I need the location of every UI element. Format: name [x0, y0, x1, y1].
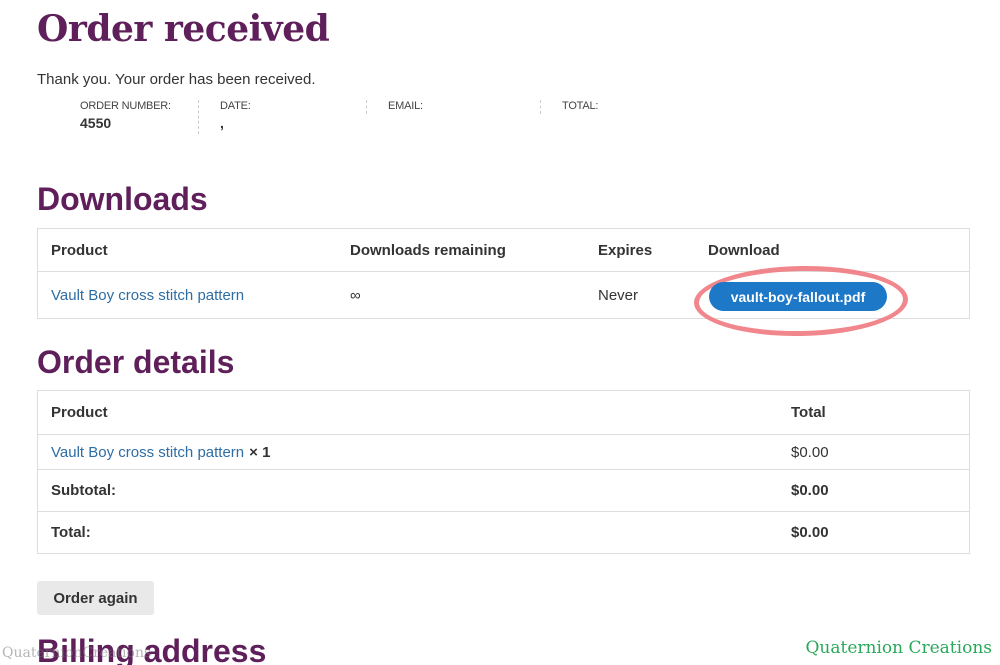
order-item: Vault Boy cross stitch pattern × 1 — [51, 435, 270, 469]
thank-you-message: Thank you. Your order has been received. — [37, 71, 316, 88]
page-title: Order received — [37, 8, 330, 50]
header-product: Product — [51, 404, 108, 421]
table-row: Vault Boy cross stitch pattern × 1 $0.00 — [38, 434, 969, 469]
order-details-title: Order details — [37, 344, 235, 380]
date-label: DATE: — [220, 100, 251, 112]
download-file-button[interactable]: vault-boy-fallout.pdf — [709, 282, 887, 311]
downloads-remaining-value: ∞ — [350, 286, 361, 304]
header-total: Total — [791, 404, 826, 421]
email-label: EMAIL: — [388, 100, 423, 112]
header-expires: Expires — [598, 241, 653, 259]
watermark-left: QuaternionCreations — [2, 645, 152, 661]
item-quantity: × 1 — [249, 443, 271, 461]
order-overview: ORDER NUMBER: 4550 DATE: , EMAIL: TOTAL: — [80, 100, 620, 134]
email-item: EMAIL: — [366, 100, 540, 134]
item-total: $0.00 — [791, 443, 829, 461]
order-number-label: ORDER NUMBER: — [80, 100, 171, 112]
subtotal-value: $0.00 — [791, 482, 829, 499]
order-number-value: 4550 — [80, 115, 112, 131]
total-row: Total: $0.00 — [38, 511, 969, 553]
product-link[interactable]: Vault Boy cross stitch pattern — [51, 272, 244, 318]
expires-value: Never — [598, 286, 639, 304]
total-value: $0.00 — [791, 524, 829, 541]
date-value: , — [220, 115, 224, 131]
subtotal-label: Subtotal: — [51, 482, 116, 499]
order-number-item: ORDER NUMBER: 4550 — [80, 100, 198, 134]
product-link[interactable]: Vault Boy cross stitch pattern — [51, 444, 244, 461]
watermark-right: Quaternion Creations — [805, 638, 992, 658]
header-download: Download — [708, 241, 780, 259]
total-label: Total: — [51, 524, 91, 541]
header-product: Product — [51, 241, 108, 259]
total-label: TOTAL: — [562, 100, 599, 112]
downloads-title: Downloads — [37, 181, 208, 217]
table-header-row: Product Total — [38, 391, 969, 434]
table-header-row: Product Downloads remaining Expires Down… — [38, 229, 969, 271]
downloads-table: Product Downloads remaining Expires Down… — [37, 228, 970, 338]
header-downloads-remaining: Downloads remaining — [350, 241, 506, 259]
order-details-table: Product Total Vault Boy cross stitch pat… — [37, 390, 970, 554]
subtotal-row: Subtotal: $0.00 — [38, 469, 969, 511]
table-row: Vault Boy cross stitch pattern ∞ Never v… — [38, 264, 969, 338]
total-item: TOTAL: — [540, 100, 620, 134]
order-again-button[interactable]: Order again — [37, 581, 154, 615]
date-item: DATE: , — [198, 100, 366, 134]
